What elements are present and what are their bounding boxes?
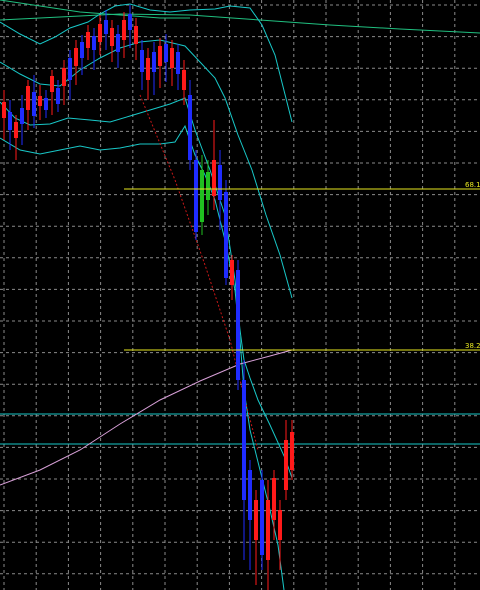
candle-body <box>26 86 30 110</box>
candle-body <box>152 52 156 72</box>
candle-body <box>224 192 228 278</box>
candle-body <box>176 52 180 74</box>
candle-body <box>68 58 72 80</box>
candle-body <box>206 172 210 200</box>
candle-body <box>86 32 90 48</box>
candle-body <box>182 70 186 90</box>
lower-band-outer <box>0 124 285 590</box>
candle-body <box>146 58 150 80</box>
candle-body <box>200 170 204 222</box>
candle-body <box>194 160 198 232</box>
candle-body <box>266 500 270 560</box>
candle-body <box>188 95 192 160</box>
candles-layer <box>2 5 294 590</box>
candle-body <box>116 34 120 52</box>
candle-body <box>254 500 258 540</box>
candle-body <box>8 112 12 130</box>
fib-levels-layer: 68.1 38.2 <box>124 181 480 351</box>
candle-body <box>56 88 60 104</box>
candle-body <box>278 510 282 540</box>
candle-body <box>164 44 168 62</box>
candle-body <box>50 76 54 92</box>
long-moving-average <box>0 13 480 34</box>
candle-body <box>32 92 36 116</box>
candle-body <box>170 48 174 68</box>
candle-body <box>38 96 42 106</box>
candle-body <box>98 24 102 42</box>
candle-body <box>92 36 96 50</box>
candle-body <box>284 440 288 490</box>
fib-level-label: 38.2 <box>465 342 480 350</box>
candle-body <box>218 165 222 200</box>
candle-body <box>2 102 6 118</box>
candle-body <box>272 478 276 520</box>
candle-body <box>62 68 66 86</box>
candle-body <box>212 160 216 196</box>
candle-body <box>140 50 144 72</box>
candle-body <box>290 432 294 470</box>
candle-body <box>236 270 240 380</box>
candle-body <box>110 28 114 46</box>
price-chart: 68.1 38.2 <box>0 0 480 590</box>
candle-body <box>248 470 252 520</box>
candle-body <box>122 20 126 40</box>
candle-body <box>74 48 78 66</box>
trend-line <box>139 94 259 451</box>
candle-body <box>134 26 138 44</box>
candle-body <box>80 42 84 58</box>
candle-body <box>242 380 246 500</box>
fib-level-label: 68.1 <box>465 181 480 189</box>
chart-canvas: 68.1 38.2 <box>0 0 480 590</box>
candle-body <box>104 20 108 34</box>
candle-body <box>230 260 234 285</box>
candle-body <box>20 108 24 124</box>
candle-body <box>260 480 264 555</box>
candle-body <box>158 46 162 66</box>
candle-body <box>128 14 132 30</box>
candle-body <box>44 98 48 110</box>
candle-body <box>14 122 18 138</box>
